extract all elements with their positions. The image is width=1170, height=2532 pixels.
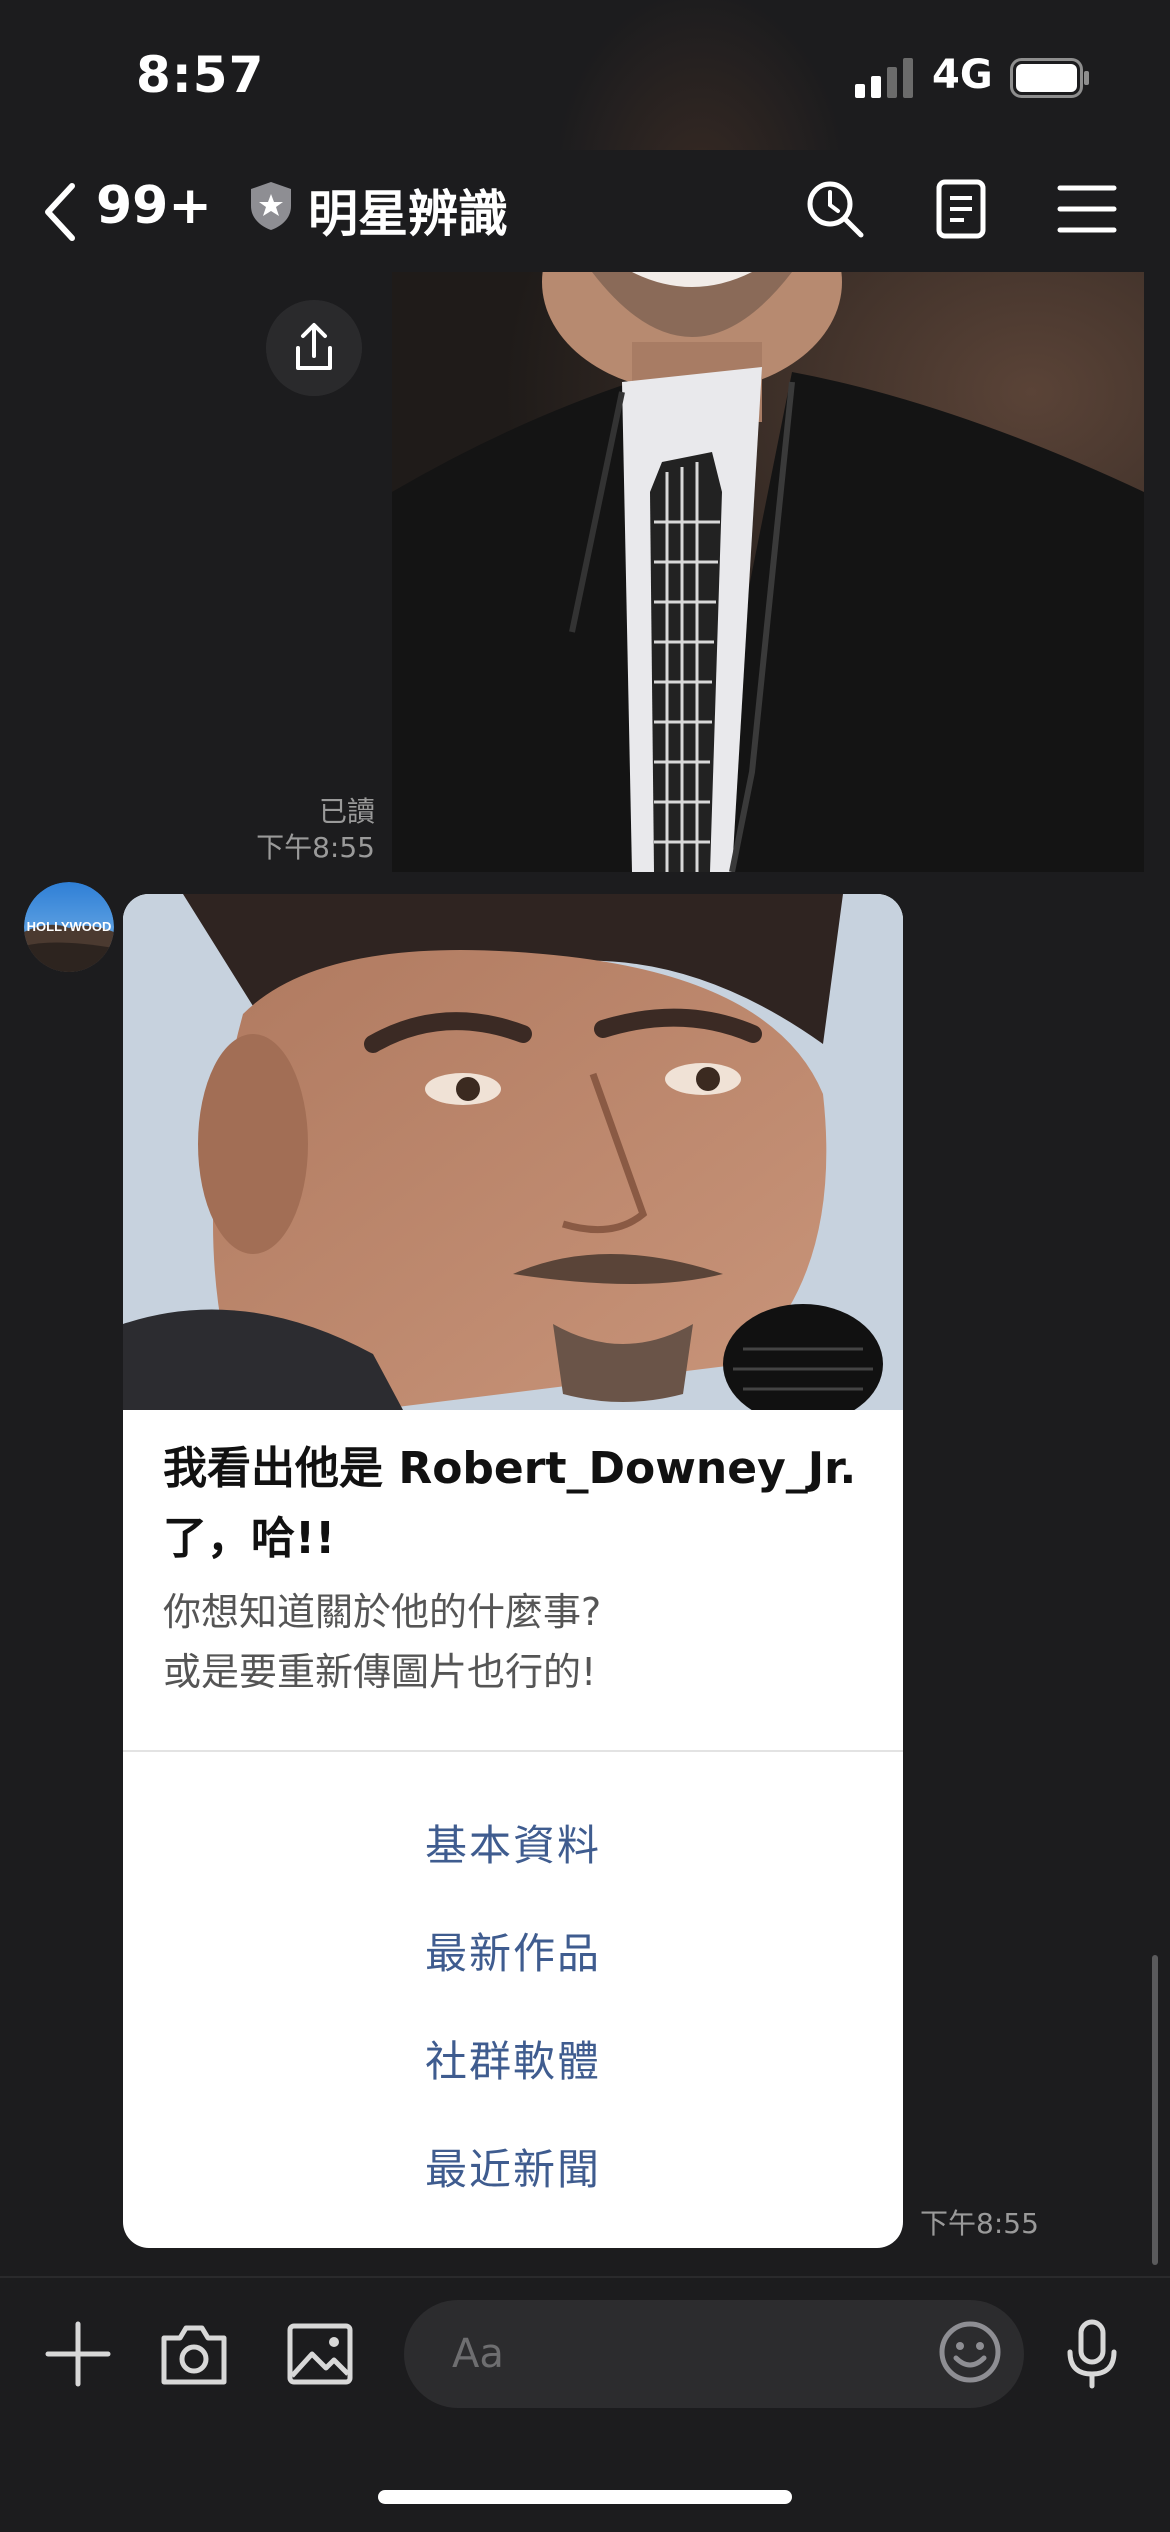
status-bar: 8:57 4G — [0, 0, 1170, 150]
chat-screen: 8:57 4G 99+ 明星辨識 已讀 下午8:55 HOLLYWOOD 我看出… — [0, 0, 1170, 2532]
message-input[interactable] — [404, 2300, 1024, 2408]
sent-photo-illustration — [392, 272, 1144, 872]
status-time: 8:57 — [136, 46, 265, 104]
card-subtitle-line-2: 或是要重新傳圖片也行的! — [163, 1650, 597, 1694]
menu-icon[interactable] — [1056, 178, 1118, 240]
option-social-media[interactable]: 社群軟體 — [123, 2028, 903, 2089]
chat-title: 明星辨識 — [308, 185, 508, 243]
option-basic-info[interactable]: 基本資料 — [123, 1812, 903, 1873]
read-receipt: 已讀 — [318, 795, 375, 828]
back-chevron-icon[interactable] — [40, 180, 80, 244]
card-message-time: 下午8:55 — [920, 2207, 1039, 2240]
option-recent-news[interactable]: 最近新聞 — [123, 2136, 903, 2197]
share-icon[interactable] — [266, 300, 362, 396]
card-divider — [123, 1750, 903, 1752]
camera-icon[interactable] — [158, 2318, 230, 2390]
unread-count[interactable]: 99+ — [96, 176, 212, 236]
notes-icon[interactable] — [930, 178, 992, 240]
scrollbar[interactable] — [1152, 1955, 1158, 2265]
network-type: 4G — [932, 52, 993, 98]
emoji-icon[interactable] — [934, 2316, 1006, 2388]
microphone-icon[interactable] — [1056, 2318, 1128, 2390]
verified-shield-icon — [251, 182, 291, 230]
avatar-text: HOLLYWOOD — [27, 919, 112, 934]
card-photo-illustration — [123, 894, 903, 1410]
sent-photo[interactable] — [392, 272, 1144, 872]
card-title: 我看出他是 Robert_Downey_Jr. 了，哈!! — [163, 1443, 857, 1564]
home-indicator[interactable] — [378, 2490, 792, 2504]
cellular-signal-icon — [855, 58, 913, 98]
battery-icon — [1010, 58, 1089, 98]
option-latest-works[interactable]: 最新作品 — [123, 1920, 903, 1981]
chat-header: 99+ 明星辨識 — [0, 150, 1170, 272]
card-celebrity-photo — [123, 894, 903, 1410]
card-subtitle: 你想知道關於他的什麼事? 或是要重新傳圖片也行的! — [163, 1582, 883, 1702]
sent-message-time: 下午8:55 — [256, 831, 375, 864]
bot-avatar[interactable]: HOLLYWOOD — [24, 882, 114, 972]
card-subtitle-line-1: 你想知道關於他的什麼事? — [163, 1590, 602, 1634]
search-icon[interactable] — [804, 178, 866, 240]
bot-reply-card: 我看出他是 Robert_Downey_Jr. 了，哈!! 你想知道關於他的什麼… — [123, 894, 903, 2248]
image-gallery-icon[interactable] — [284, 2318, 356, 2390]
plus-icon[interactable] — [42, 2318, 114, 2390]
